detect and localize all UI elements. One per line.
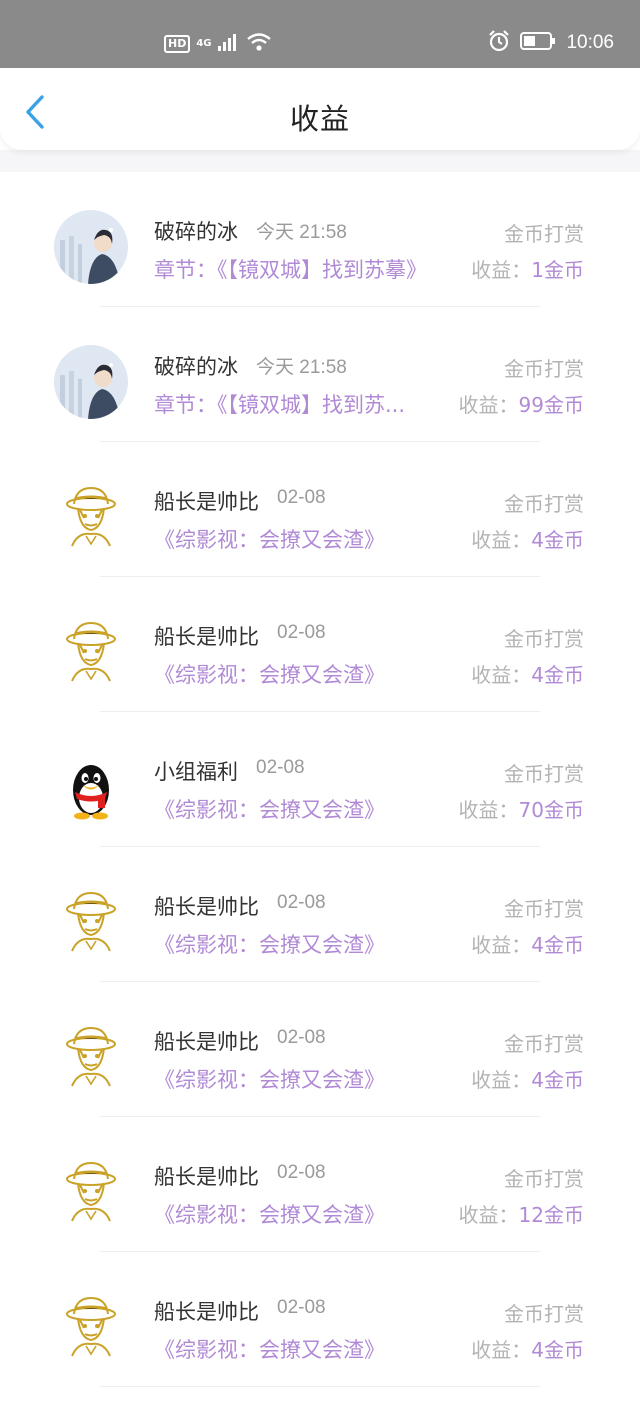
income-label: 收益： bbox=[458, 1203, 519, 1227]
header: 收益 bbox=[0, 68, 640, 150]
user-name[interactable]: 破碎的冰 bbox=[154, 216, 238, 246]
income-label: 收益： bbox=[471, 663, 532, 687]
income: 收益：4金币 bbox=[471, 1334, 584, 1363]
income-label: 收益： bbox=[458, 798, 519, 822]
avatar[interactable] bbox=[54, 615, 128, 689]
record-time: 今天 21:58 bbox=[256, 357, 347, 378]
chapter-link[interactable]: 《综影视：会撩又会渣》 bbox=[154, 524, 385, 554]
battery-icon bbox=[520, 31, 556, 55]
record-time: 02-08 bbox=[277, 892, 326, 913]
income-list: 破碎的冰 今天 21:58 金币打赏 章节：《【镜双城】找到苏摹》 收益：1金币 破碎的冰… bbox=[0, 172, 640, 1387]
record-time: 今天 21:58 bbox=[256, 222, 347, 243]
avatar[interactable] bbox=[54, 1155, 128, 1229]
alarm-icon bbox=[488, 30, 510, 56]
reward-type: 金币打赏 bbox=[504, 222, 584, 246]
record-time: 02-08 bbox=[277, 1027, 326, 1048]
user-name[interactable]: 船长是帅比 bbox=[154, 486, 259, 516]
list-item[interactable]: 破碎的冰 今天 21:58 金币打赏章节：《【镜双城】找到苏摹》 收益：1金币 bbox=[0, 172, 640, 307]
user-name[interactable]: 船长是帅比 bbox=[154, 891, 259, 921]
income-value: 4金币 bbox=[531, 663, 584, 687]
avatar[interactable] bbox=[54, 885, 128, 959]
income: 收益：4金币 bbox=[471, 929, 584, 958]
chapter-link[interactable]: 章节：《【镜双城】找到苏摹》 bbox=[154, 254, 427, 284]
user-name[interactable]: 船长是帅比 bbox=[154, 1296, 259, 1326]
reward-type: 金币打赏 bbox=[504, 357, 584, 381]
user-name[interactable]: 船长是帅比 bbox=[154, 1161, 259, 1191]
status-bar: HD 4G 10:06 bbox=[0, 0, 640, 68]
reward-type: 金币打赏 bbox=[504, 492, 584, 516]
income-value: 70金币 bbox=[518, 798, 584, 822]
income: 收益：12金币 bbox=[459, 1199, 584, 1228]
user-name[interactable]: 破碎的冰 bbox=[154, 351, 238, 381]
chapter-link[interactable]: 《综影视：会撩又会渣》 bbox=[154, 794, 385, 824]
reward-type: 金币打赏 bbox=[504, 1167, 584, 1191]
list-item[interactable]: 船长是帅比 02-08 金币打赏《综影视：会撩又会渣》 收益：4金币 bbox=[0, 982, 640, 1117]
income-label: 收益： bbox=[471, 933, 532, 957]
income: 收益：70金币 bbox=[459, 794, 584, 823]
income: 收益：99金币 bbox=[459, 389, 584, 418]
record-time: 02-08 bbox=[256, 757, 305, 778]
avatar[interactable] bbox=[54, 1020, 128, 1094]
income-label: 收益： bbox=[471, 528, 532, 552]
income-value: 4金币 bbox=[531, 528, 584, 552]
reward-type: 金币打赏 bbox=[504, 627, 584, 651]
income-value: 4金币 bbox=[531, 1068, 584, 1092]
income-label: 收益： bbox=[471, 1338, 532, 1362]
avatar[interactable] bbox=[54, 210, 128, 284]
reward-type: 金币打赏 bbox=[504, 1032, 584, 1056]
list-item[interactable]: 船长是帅比 02-08 金币打赏《综影视：会撩又会渣》 收益：12金币 bbox=[0, 1117, 640, 1252]
chapter-link[interactable]: 章节：《【镜双城】找到苏... bbox=[154, 389, 405, 419]
list-item[interactable]: 船长是帅比 02-08 金币打赏《综影视：会撩又会渣》 收益：4金币 bbox=[0, 577, 640, 712]
status-right: 10:06 bbox=[488, 30, 614, 56]
list-item[interactable]: 小组福利 02-08 金币打赏《综影视：会撩又会渣》 收益：70金币 bbox=[0, 712, 640, 847]
chapter-link[interactable]: 《综影视：会撩又会渣》 bbox=[154, 1334, 385, 1364]
reward-type: 金币打赏 bbox=[504, 1302, 584, 1326]
income: 收益：4金币 bbox=[471, 524, 584, 553]
income-value: 12金币 bbox=[518, 1203, 584, 1227]
chapter-link[interactable]: 《综影视：会撩又会渣》 bbox=[154, 929, 385, 959]
income-value: 99金币 bbox=[518, 393, 584, 417]
chapter-link[interactable]: 《综影视：会撩又会渣》 bbox=[154, 659, 385, 689]
avatar[interactable] bbox=[54, 345, 128, 419]
page-title: 收益 bbox=[289, 102, 350, 136]
hd-badge: HD bbox=[164, 35, 191, 53]
reward-type: 金币打赏 bbox=[504, 762, 584, 786]
chapter-link[interactable]: 《综影视：会撩又会渣》 bbox=[154, 1064, 385, 1094]
chapter-link[interactable]: 《综影视：会撩又会渣》 bbox=[154, 1199, 385, 1229]
separator bbox=[0, 150, 640, 172]
avatar[interactable] bbox=[54, 480, 128, 554]
user-name[interactable]: 船长是帅比 bbox=[154, 621, 259, 651]
income-value: 1金币 bbox=[531, 258, 584, 282]
income-label: 收益： bbox=[471, 258, 532, 282]
avatar[interactable] bbox=[54, 1290, 128, 1364]
divider bbox=[100, 1386, 540, 1387]
income-value: 4金币 bbox=[531, 933, 584, 957]
signal-icon bbox=[217, 33, 240, 55]
income-label: 收益： bbox=[458, 393, 519, 417]
record-time: 02-08 bbox=[277, 1297, 326, 1318]
user-name[interactable]: 船长是帅比 bbox=[154, 1026, 259, 1056]
status-left: HD 4G bbox=[164, 32, 272, 56]
clock: 10:06 bbox=[566, 32, 614, 53]
income: 收益：4金币 bbox=[471, 1064, 584, 1093]
income-label: 收益： bbox=[471, 1068, 532, 1092]
income: 收益：1金币 bbox=[471, 254, 584, 283]
income: 收益：4金币 bbox=[471, 659, 584, 688]
income-value: 4金币 bbox=[531, 1338, 584, 1362]
record-time: 02-08 bbox=[277, 487, 326, 508]
avatar[interactable] bbox=[54, 750, 128, 824]
record-time: 02-08 bbox=[277, 1162, 326, 1183]
list-item[interactable]: 船长是帅比 02-08 金币打赏《综影视：会撩又会渣》 收益：4金币 bbox=[0, 847, 640, 982]
user-name[interactable]: 小组福利 bbox=[154, 756, 238, 786]
wifi-icon bbox=[246, 32, 272, 56]
reward-type: 金币打赏 bbox=[504, 897, 584, 921]
record-time: 02-08 bbox=[277, 622, 326, 643]
network-type: 4G bbox=[196, 38, 212, 49]
list-item[interactable]: 船长是帅比 02-08 金币打赏《综影视：会撩又会渣》 收益：4金币 bbox=[0, 442, 640, 577]
list-item[interactable]: 船长是帅比 02-08 金币打赏《综影视：会撩又会渣》 收益：4金币 bbox=[0, 1252, 640, 1387]
list-item[interactable]: 破碎的冰 今天 21:58 金币打赏章节：《【镜双城】找到苏... 收益：99金币 bbox=[0, 307, 640, 442]
